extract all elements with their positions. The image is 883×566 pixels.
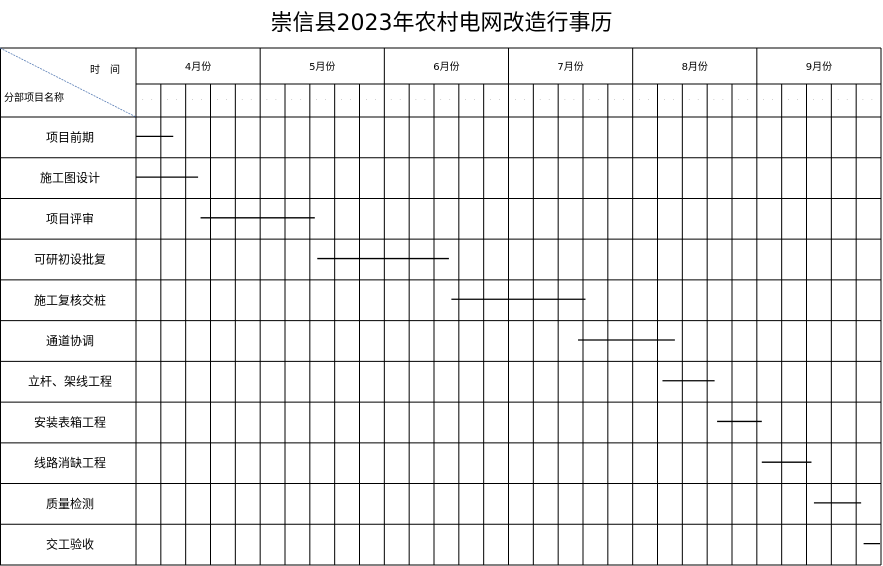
task-name: 项目评审 [46, 211, 94, 226]
period-tick: · [738, 97, 740, 103]
period-tick: · [524, 97, 526, 103]
month-label: 5月份 [309, 61, 335, 73]
period-tick: · [722, 97, 724, 103]
period-tick: · [822, 97, 824, 103]
task-name: 可研初设批复 [34, 252, 106, 267]
period-tick: · [192, 97, 194, 103]
period-tick: · [548, 97, 550, 103]
period-tick: · [664, 97, 666, 103]
period-tick: · [449, 97, 451, 103]
period-tick: · [564, 97, 566, 103]
period-tick-row: · · · · · · · · · · · · · · · · · · · · · · · · · · · · · · · · · · · · · · · ·… [142, 97, 873, 103]
period-tick: · [673, 97, 675, 103]
task-name: 施工图设计 [40, 171, 100, 185]
period-tick: · [151, 97, 153, 103]
task-name: 项目前期 [46, 129, 94, 144]
period-tick: · [788, 97, 790, 103]
period-tick: · [201, 97, 203, 103]
period-tick: · [598, 97, 600, 103]
task-name-column: 项目前期施工图设计项目评审可研初设批复施工复核交桩通道协调立杆、架线工程安装表箱… [28, 129, 112, 551]
period-tick: · [250, 97, 252, 103]
period-tick: · [813, 97, 815, 103]
period-tick: · [390, 97, 392, 103]
header-item-label: 分部项目名称 [4, 91, 64, 104]
period-tick: · [167, 97, 169, 103]
period-tick: · [366, 97, 368, 103]
period-tick: · [589, 97, 591, 103]
period-tick: · [176, 97, 178, 103]
period-tick: · [291, 97, 293, 103]
period-tick: · [697, 97, 699, 103]
header-diagonal [0, 47, 137, 118]
period-tick: · [871, 97, 873, 103]
period-tick: · [300, 97, 302, 103]
task-name: 安装表箱工程 [34, 414, 106, 429]
schedule-table: 4月份 5月份 6月份 7月份 8月份 9月份 · · · · · · · · · · · · · · · · · · · · ·… [0, 47, 882, 566]
period-tick: · [539, 97, 541, 103]
period-tick: · [573, 97, 575, 103]
period-tick: · [226, 97, 228, 103]
period-tick: · [862, 97, 864, 103]
period-tick: · [465, 97, 467, 103]
period-tick: · [440, 97, 442, 103]
period-tick: · [415, 97, 417, 103]
period-tick: · [217, 97, 219, 103]
period-tick: · [424, 97, 426, 103]
period-tick: · [747, 97, 749, 103]
period-tick: · [266, 97, 268, 103]
period-tick: · [688, 97, 690, 103]
period-tick: · [648, 97, 650, 103]
period-tick: · [275, 97, 277, 103]
period-tick: · [341, 97, 343, 103]
period-tick: · [142, 97, 144, 103]
period-tick: · [499, 97, 501, 103]
task-name: 施工复核交桩 [34, 292, 106, 307]
task-name: 交工验收 [46, 537, 94, 552]
period-tick: · [399, 97, 401, 103]
period-tick: · [763, 97, 765, 103]
period-tick: · [837, 97, 839, 103]
month-label: 8月份 [682, 61, 708, 73]
task-name: 立杆、架线工程 [28, 374, 112, 389]
task-name: 质量检测 [46, 496, 94, 511]
month-label: 4月份 [185, 61, 211, 73]
period-tick: · [241, 97, 243, 103]
table-grid [0, 47, 882, 566]
month-label: 9月份 [806, 61, 832, 73]
period-tick: · [490, 97, 492, 103]
month-label: 7月份 [557, 61, 583, 73]
period-tick: · [639, 97, 641, 103]
period-tick: · [713, 97, 715, 103]
header-time-label: 时 间 [90, 63, 120, 76]
task-name: 线路消缺工程 [34, 455, 106, 470]
period-tick: · [515, 97, 517, 103]
task-name: 通道协调 [46, 333, 94, 348]
period-tick: · [797, 97, 799, 103]
period-tick: · [623, 97, 625, 103]
period-tick: · [375, 97, 377, 103]
period-tick: · [316, 97, 318, 103]
period-tick: · [614, 97, 616, 103]
period-tick: · [474, 97, 476, 103]
period-tick: · [846, 97, 848, 103]
period-tick: · [350, 97, 352, 103]
period-tick: · [325, 97, 327, 103]
month-label: 6月份 [433, 61, 459, 73]
period-tick: · [772, 97, 774, 103]
